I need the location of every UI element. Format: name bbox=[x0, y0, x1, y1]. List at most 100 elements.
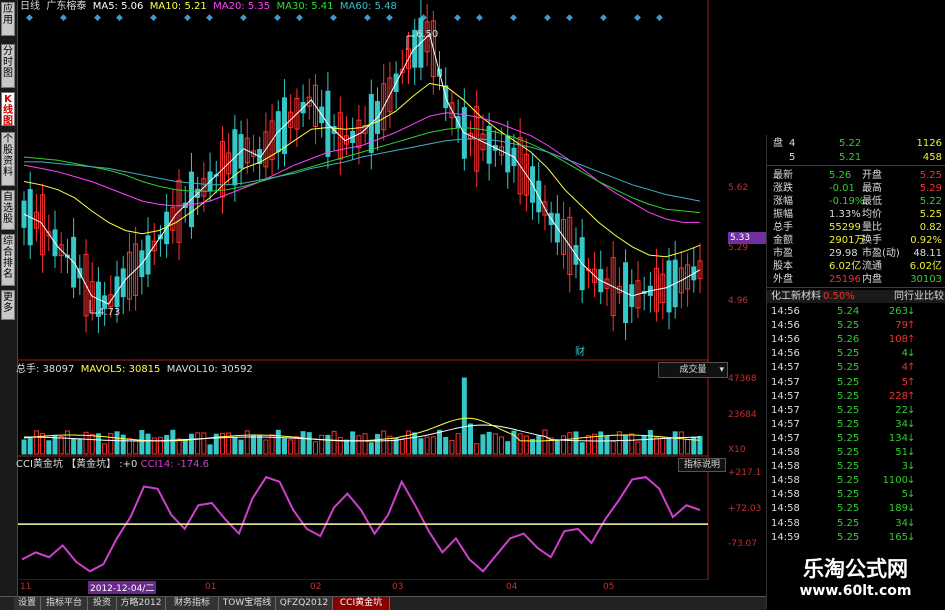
tick-row: 14:59 5.25 165 ↓ bbox=[767, 532, 945, 544]
tab-fanglue[interactable]: 方略2012 bbox=[117, 597, 166, 610]
volume-bar bbox=[449, 439, 455, 455]
tab-cci[interactable]: CCI黄金坑 bbox=[333, 597, 390, 610]
volume-bar bbox=[523, 435, 529, 455]
quote-label: 外盘 bbox=[773, 274, 793, 285]
diamond-marker-icon: ◆ bbox=[240, 13, 247, 23]
tab-kline[interactable]: K线图 bbox=[1, 92, 15, 127]
volume-bar bbox=[486, 431, 492, 455]
volume-bar bbox=[201, 432, 207, 455]
quote-value: 0.82 bbox=[919, 222, 942, 233]
volume-bar bbox=[281, 438, 287, 455]
volume-bar bbox=[418, 438, 424, 455]
diamond-marker-icon: ◆ bbox=[600, 13, 607, 23]
volume-bar bbox=[412, 432, 418, 455]
tick-time: 14:56 bbox=[771, 320, 800, 332]
tick-row: 14:58 5.25 51 ↓ bbox=[767, 447, 945, 459]
order-level-row: 5 5.21 458 bbox=[767, 151, 945, 164]
tick-time: 14:58 bbox=[771, 503, 800, 515]
tab-tow[interactable]: TOW宝塔线 bbox=[219, 597, 276, 610]
volume-bar bbox=[170, 429, 176, 455]
tick-time: 14:57 bbox=[771, 362, 800, 374]
ma5-value: 5.06 bbox=[121, 1, 144, 12]
volume-bar bbox=[381, 430, 387, 455]
tick-price: 5.25 bbox=[837, 475, 860, 487]
tick-price: 5.25 bbox=[837, 489, 860, 501]
volume-bar bbox=[263, 439, 269, 455]
ma30-value: 5.41 bbox=[311, 1, 334, 12]
volume-bar bbox=[343, 439, 349, 455]
volume-bar bbox=[108, 433, 114, 455]
volume-bar bbox=[356, 435, 362, 455]
quote-label: 均价 bbox=[862, 209, 882, 220]
mavol10-value: 30592 bbox=[220, 364, 253, 375]
volume-bar bbox=[672, 431, 678, 455]
tick-price: 5.25 bbox=[837, 320, 860, 332]
quote-label: 金额 bbox=[773, 235, 793, 246]
period-label: 日线 bbox=[20, 1, 40, 12]
volume-bar bbox=[623, 434, 629, 455]
quote-value: 6.02亿 bbox=[829, 261, 862, 272]
quote-row: 涨跌 -0.01 最高 5.29 bbox=[767, 182, 945, 195]
quote-label: 流通 bbox=[862, 261, 882, 272]
quote-value: 6.02亿 bbox=[909, 261, 942, 272]
tab-qfzq[interactable]: QFZQ2012 bbox=[276, 597, 333, 610]
dropdown-label: 成交量 bbox=[679, 365, 707, 375]
tab-ranking[interactable]: 综合排名 bbox=[1, 234, 15, 286]
volume-bar bbox=[89, 434, 95, 455]
diamond-marker-icon: ◆ bbox=[296, 13, 303, 23]
volume-bar bbox=[499, 436, 505, 455]
diamond-marker-icon: ◆ bbox=[184, 13, 191, 23]
quote-value: -0.19% bbox=[829, 196, 865, 207]
tab-finance-indicator[interactable]: 财务指标 bbox=[166, 597, 219, 610]
volume-indicator-dropdown[interactable]: 成交量 ▾ bbox=[658, 362, 728, 378]
volume-bar bbox=[207, 444, 213, 455]
sector-row[interactable]: 化工新材料 0.50% 同行业比较 bbox=[767, 290, 945, 303]
arrow-down-icon: ↓ bbox=[907, 461, 916, 473]
finance-marker[interactable]: 财 bbox=[575, 347, 585, 359]
volume-bar bbox=[157, 436, 163, 455]
price-axis-tick: 5.29 bbox=[728, 243, 749, 253]
arrow-up-icon: ↑ bbox=[907, 320, 916, 332]
quote-label: 股本 bbox=[773, 261, 793, 272]
tick-price: 5.25 bbox=[837, 432, 860, 444]
ma-line-3 bbox=[23, 126, 701, 214]
level-index: 4 bbox=[789, 138, 796, 149]
arrow-down-icon: ↓ bbox=[907, 447, 916, 458]
tab-more[interactable]: 更多 bbox=[1, 290, 15, 320]
volume-bar bbox=[430, 436, 436, 455]
quote-label: 最新 bbox=[773, 170, 793, 181]
tab-apps[interactable]: 应用 bbox=[1, 2, 15, 36]
divider bbox=[767, 165, 945, 166]
tick-volume: 165 bbox=[888, 531, 908, 543]
quote-value: 29.98 bbox=[829, 248, 858, 259]
tab-settings[interactable]: 设置 bbox=[14, 597, 41, 610]
volume-bar bbox=[195, 432, 201, 455]
cci-header: CCI黄金坑 【黄金坑】 :+0 CCI14: -174.6 bbox=[16, 459, 209, 471]
industry-compare-link[interactable]: 同行业比较 bbox=[894, 290, 944, 303]
arrow-down-icon: ↓ bbox=[907, 503, 916, 515]
bottom-tab-bar: 设置 指标平台 投资 方略2012 财务指标 TOW宝塔线 QFZQ2012 C… bbox=[0, 596, 766, 610]
volume-bar bbox=[461, 377, 467, 455]
diamond-marker-icon: ◆ bbox=[150, 13, 157, 23]
chart-area: ◆ ◆ ◆ ◆ ◆ ◆ ◆ ◆ ◆ ◆ ◆ ◆ ◆ ◆ ◆ ◆ ◆ ◆ ◆ ◆ ◆ ◆ 日线 广东榕泰 MA5: 5.06… bbox=[16, 0, 768, 594]
tick-time: 14:56 bbox=[771, 334, 800, 346]
volume-bar bbox=[182, 438, 188, 455]
tick-row: 14:58 5.25 34 ↓ bbox=[767, 518, 945, 530]
indicator-explain-button[interactable]: 指标说明 bbox=[678, 458, 726, 472]
tab-intraday[interactable]: 分时图 bbox=[1, 44, 15, 88]
volume-bar bbox=[492, 433, 498, 455]
volume-bar bbox=[238, 439, 244, 455]
tab-stock-profile[interactable]: 个股资料 bbox=[1, 132, 15, 186]
tick-time: 14:59 bbox=[771, 531, 800, 543]
tab-invest[interactable]: 投资 bbox=[88, 597, 117, 610]
volume-bar bbox=[554, 439, 560, 455]
volume-bar bbox=[350, 431, 356, 455]
volume-bar bbox=[598, 431, 604, 455]
quote-row: 总手 55299 量比 0.82 bbox=[767, 221, 945, 234]
order-side-label: 盘 bbox=[773, 138, 783, 149]
kline-chart-svg[interactable]: ◆ ◆ ◆ ◆ ◆ ◆ ◆ ◆ ◆ ◆ ◆ ◆ ◆ ◆ ◆ ◆ ◆ ◆ ◆ ◆ ◆ ◆ bbox=[18, 0, 726, 580]
tab-watchlist[interactable]: 自选股 bbox=[1, 190, 15, 230]
volume-bar bbox=[474, 443, 480, 455]
ma10-label: MA10: bbox=[149, 1, 182, 12]
tab-indicator-platform[interactable]: 指标平台 bbox=[41, 597, 88, 610]
